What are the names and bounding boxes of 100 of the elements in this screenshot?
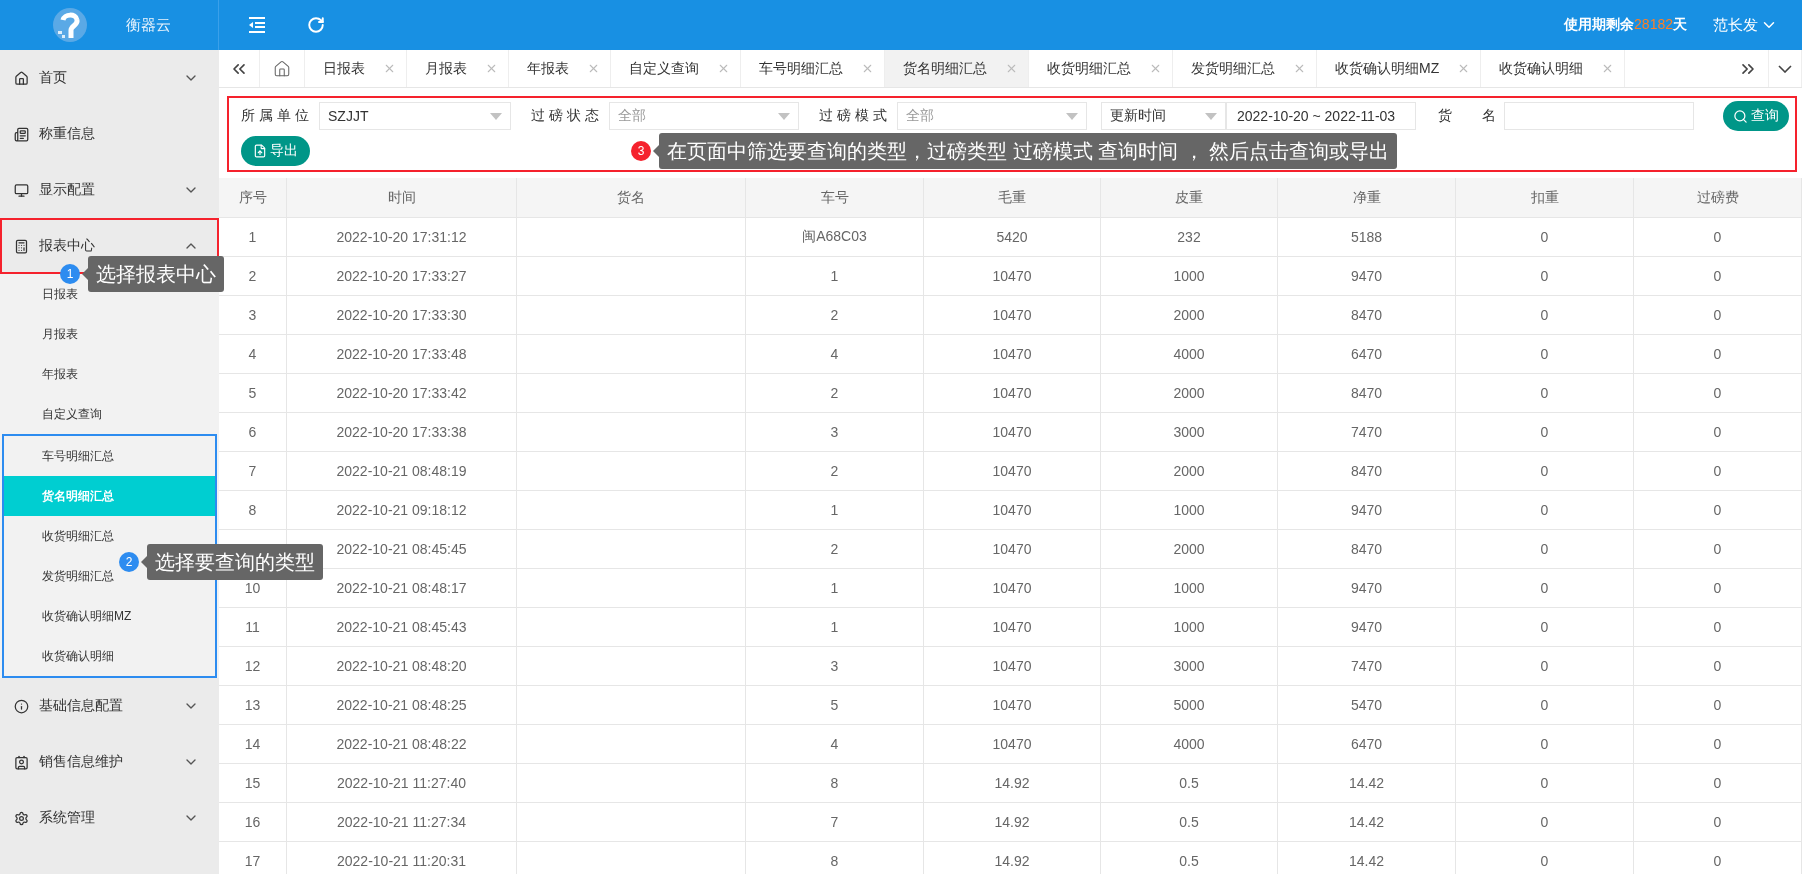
sidebar-item[interactable]: 称重信息 [0,106,219,162]
table-cell: 10470 [924,257,1101,295]
table-cell: 8470 [1278,530,1456,568]
sidebar-item[interactable]: 显示配置 [0,162,219,218]
table-cell: 14.92 [924,764,1101,802]
close-icon[interactable] [383,62,396,75]
sidebar-item[interactable]: 系统管理 [0,790,219,846]
table-cell: 2022-10-21 08:48:25 [287,686,517,724]
table-cell: 13 [219,686,287,724]
table-cell: 0 [1456,569,1634,607]
table-cell: 0 [1456,335,1634,373]
annotation-tooltip: 选择报表中心 [82,256,224,292]
table-cell: 1000 [1101,491,1278,529]
column-header: 扣重 [1456,178,1634,217]
table-cell: 0 [1634,374,1802,412]
table-cell: 2000 [1101,452,1278,490]
unit-select[interactable]: SZJJT [319,102,511,130]
table-cell: 0 [1634,257,1802,295]
refresh-icon[interactable] [307,16,325,34]
query-button[interactable]: 查询 [1723,101,1789,131]
table-cell: 4 [746,335,924,373]
table-cell: 10470 [924,686,1101,724]
table-cell: 0 [1456,608,1634,646]
submenu-item[interactable]: 车号明细汇总 [4,436,215,476]
table-cell: 0.5 [1101,764,1278,802]
date-range-field[interactable]: 2022-10-20 ~ 2022-11-03 [1226,102,1416,130]
sidebar-item[interactable]: 首页 [0,50,219,106]
table-cell: 0 [1456,686,1634,724]
table-cell: 0 [1456,452,1634,490]
menu-item-icon [14,126,29,142]
close-icon[interactable] [861,62,874,75]
table-cell: 14.92 [924,803,1101,841]
sidebar-item[interactable]: 基础信息配置 [0,678,219,734]
sidebar-item[interactable]: 销售信息维护 [0,734,219,790]
table-cell: 0 [1456,803,1634,841]
tab[interactable]: 货名明细汇总 [885,50,1029,87]
submenu-item[interactable]: 月报表 [0,314,219,354]
table-cell: 8470 [1278,296,1456,334]
table-cell: 0 [1634,725,1802,763]
table-cell: 2022-10-20 17:33:42 [287,374,517,412]
table-cell: 2022-10-20 17:33:27 [287,257,517,295]
table-cell: 15 [219,764,287,802]
table-cell: 2022-10-21 11:27:40 [287,764,517,802]
close-icon[interactable] [485,62,498,75]
table-cell: 0 [1634,413,1802,451]
column-header: 序号 [219,178,287,217]
table-cell: 4 [219,335,287,373]
table-cell: 2022-10-21 11:20:31 [287,842,517,874]
table-cell: 2000 [1101,296,1278,334]
menu-item-icon [14,182,29,198]
table-cell: 0 [1634,491,1802,529]
table-cell: 10470 [924,452,1101,490]
table-cell: 2 [746,530,924,568]
table-cell: 0 [1634,530,1802,568]
filter-label: 过磅模式 [819,107,891,125]
export-button[interactable]: 导出 [241,136,310,166]
collapse-menu-icon[interactable] [247,16,267,34]
table-cell: 0 [1456,296,1634,334]
table-cell: 4 [746,725,924,763]
submenu-item[interactable]: 收货确认明细MZ [4,596,215,636]
table-cell: 10470 [924,296,1101,334]
table-cell: 8470 [1278,374,1456,412]
table-cell: 2022-10-21 08:45:43 [287,608,517,646]
table-cell: 2 [746,296,924,334]
submenu-item[interactable]: 收货确认明细 [4,636,215,676]
column-header: 皮重 [1101,178,1278,217]
table-cell: 10470 [924,530,1101,568]
table-cell: 12 [219,647,287,685]
table-cell: 6470 [1278,335,1456,373]
table-cell: 0 [1456,725,1634,763]
goods-input-field[interactable] [1504,102,1694,130]
table-cell: 0 [1634,296,1802,334]
close-icon[interactable] [1149,62,1162,75]
table-cell: 3000 [1101,647,1278,685]
table-cell: 2000 [1101,374,1278,412]
home-icon [273,59,291,78]
column-header: 货名 [517,178,746,217]
table-cell: 0 [1634,686,1802,724]
close-icon[interactable] [587,62,600,75]
table-cell: 9470 [1278,569,1456,607]
submenu-item[interactable]: 自定义查询 [0,394,219,434]
close-icon[interactable] [1293,62,1306,75]
column-header: 净重 [1278,178,1456,217]
table-cell: 0 [1634,608,1802,646]
close-icon[interactable] [1005,62,1018,75]
table-cell: 0 [1634,218,1802,256]
table-cell: 0 [1456,491,1634,529]
table-cell: 3 [746,413,924,451]
table-cell: 4000 [1101,335,1278,373]
close-icon[interactable] [717,62,730,75]
table-cell: 7 [219,452,287,490]
menu-item-icon [14,810,29,826]
submenu-item[interactable]: 年报表 [0,354,219,394]
table-cell: 10470 [924,335,1101,373]
table-cell: 8 [219,491,287,529]
table-cell: 1000 [1101,608,1278,646]
table-cell: 0 [1456,374,1634,412]
step-badge: 3 [631,141,651,161]
caret-icon [1205,112,1217,120]
time-type-select[interactable]: 更新时间 [1101,102,1226,130]
